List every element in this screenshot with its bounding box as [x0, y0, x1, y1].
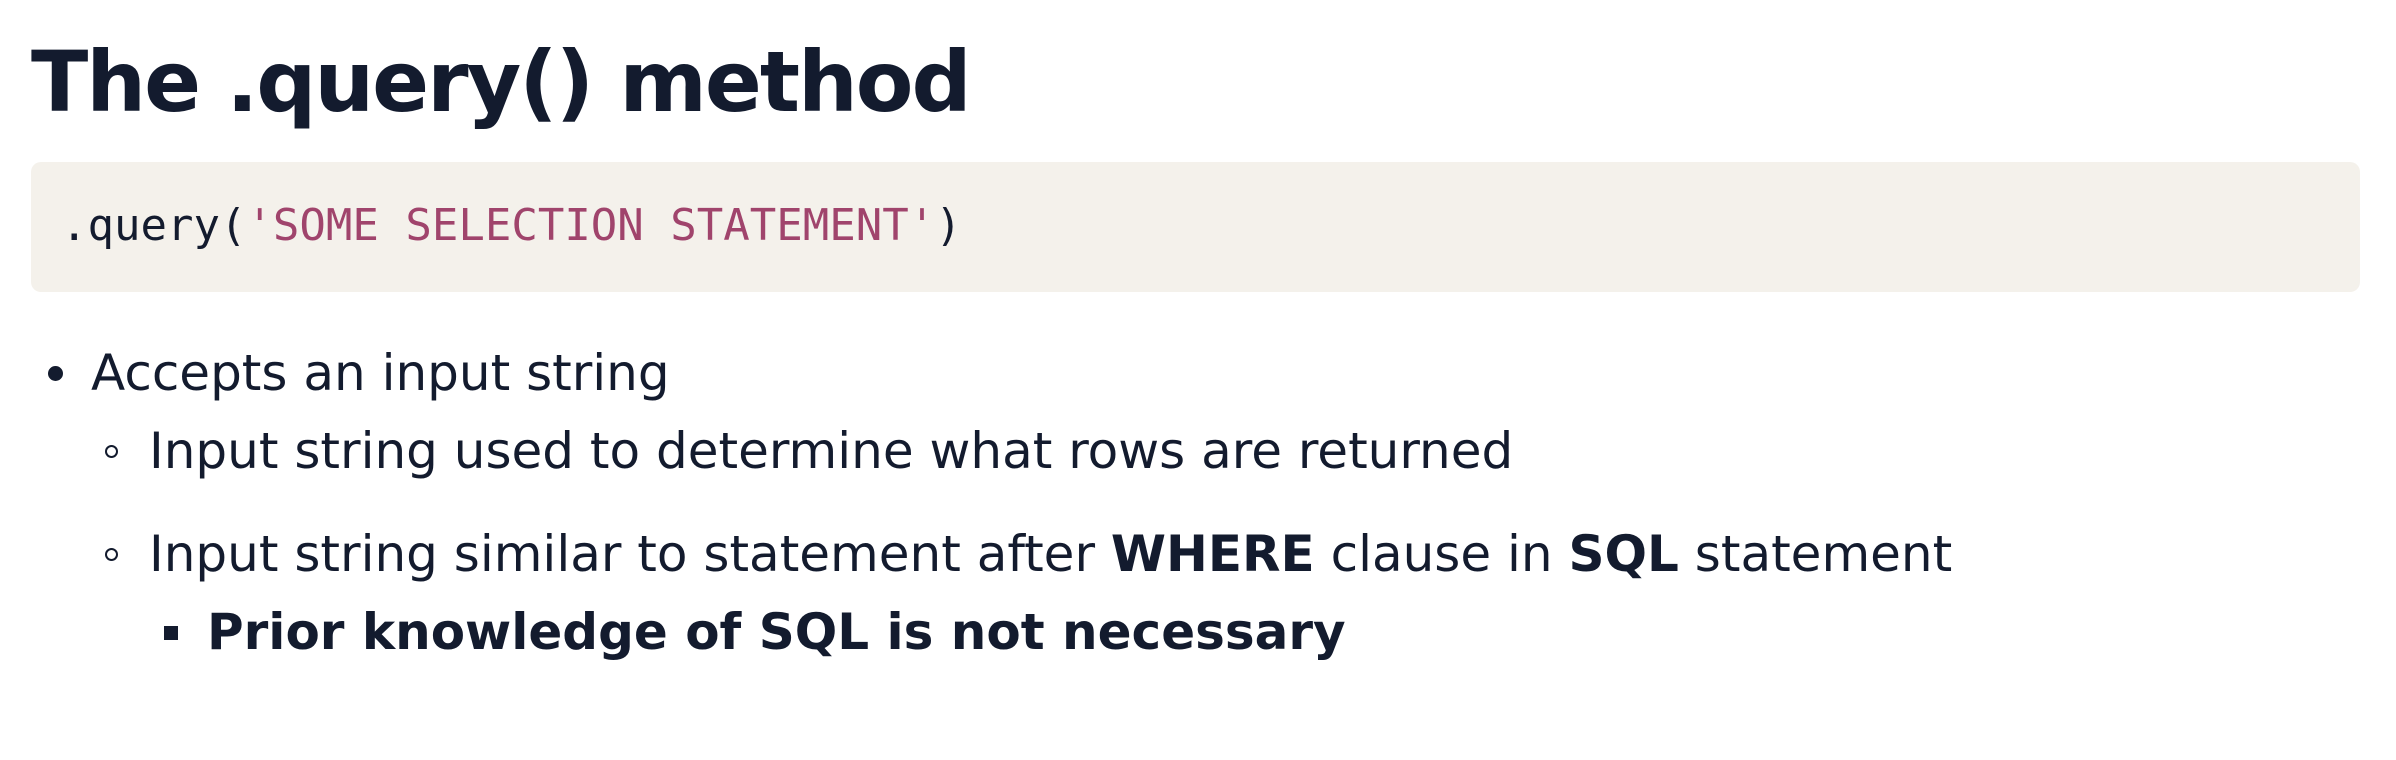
- page-title: The .query() method: [31, 33, 972, 131]
- text-segment: statement: [1678, 525, 1953, 583]
- text-segment: clause in: [1314, 525, 1569, 583]
- keyword-sql: SQL: [1568, 525, 1679, 583]
- bullet-item-where-clause: Input string similar to statement after …: [149, 519, 1952, 589]
- code-close-paren: ): [935, 200, 962, 251]
- bullet-square-icon: [164, 626, 178, 640]
- code-method: .query(: [61, 200, 247, 251]
- code-line: .query('SOME SELECTION STATEMENT'): [61, 196, 962, 256]
- bullet-circle-icon: [105, 548, 118, 561]
- code-block: .query('SOME SELECTION STATEMENT'): [31, 162, 2360, 292]
- code-string-literal: 'SOME SELECTION STATEMENT': [246, 200, 936, 251]
- bullet-item-determine-rows: Input string used to determine what rows…: [149, 422, 1514, 480]
- bullet-circle-icon: [105, 445, 118, 458]
- bullet-item-accepts-input: Accepts an input string: [91, 344, 670, 402]
- bullet-item-sql-not-necessary: Prior knowledge of SQL is not necessary: [207, 603, 1346, 661]
- slide: The .query() method .query('SOME SELECTI…: [0, 0, 2396, 760]
- text-segment: Input string similar to statement after: [149, 525, 1111, 583]
- bullet-disc-icon: [48, 366, 63, 381]
- keyword-where: WHERE: [1110, 525, 1315, 583]
